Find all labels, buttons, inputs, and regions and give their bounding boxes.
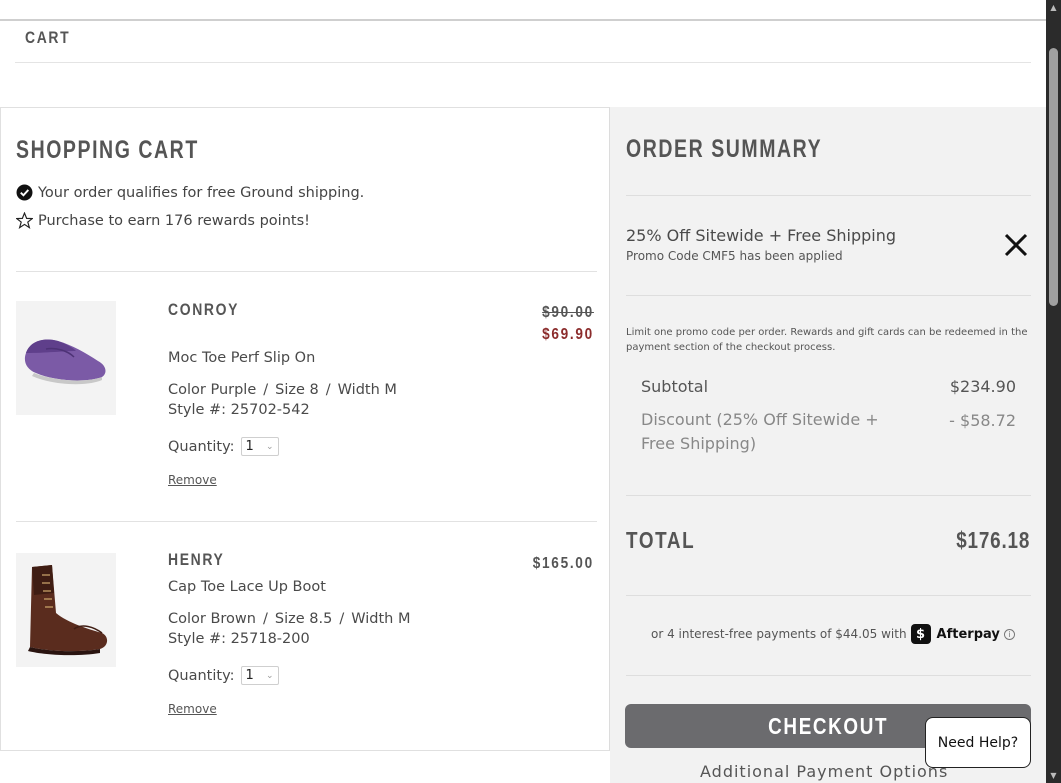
discount-value: - $58.72	[949, 411, 1016, 430]
close-icon[interactable]	[1003, 232, 1029, 258]
checkout-button-label: CHECKOUT	[767, 712, 889, 739]
summary-divider	[626, 675, 1031, 676]
promo-title: 25% Off Sitewide + Free Shipping	[626, 226, 897, 245]
quantity-label: Quantity:	[168, 667, 235, 684]
free-shipping-text: Your order qualifies for free Ground shi…	[38, 184, 365, 201]
afterpay-logo-icon: $	[910, 624, 931, 644]
product-image-henry[interactable]	[16, 553, 116, 667]
product-image-conroy[interactable]	[16, 301, 116, 415]
top-header-bar	[0, 0, 1046, 21]
summary-divider	[626, 295, 1031, 296]
rewards-notice: Purchase to earn 176 rewards points!	[16, 212, 310, 229]
check-circle-icon	[16, 184, 33, 201]
product-name[interactable]: CONROY	[168, 300, 239, 320]
free-shipping-notice: Your order qualifies for free Ground shi…	[16, 184, 364, 201]
quantity-label: Quantity:	[168, 438, 235, 455]
product-name[interactable]: HENRY	[168, 550, 224, 570]
scroll-down-arrow-icon[interactable]: ▼	[1046, 768, 1061, 783]
breadcrumb-divider	[15, 62, 1031, 63]
remove-item-link[interactable]: Remove	[168, 702, 217, 716]
info-icon[interactable]: i	[1003, 628, 1015, 640]
product-size: Size 8.5	[274, 611, 333, 627]
quantity-row: Quantity: 1 ⌄	[168, 437, 279, 456]
product-color: Color Purple	[168, 382, 257, 398]
afterpay-text: or 4 interest-free payments of $44.05 wi…	[651, 627, 907, 641]
chevron-down-icon: ⌄	[265, 670, 274, 681]
need-help-button[interactable]: Need Help?	[925, 717, 1031, 768]
chevron-down-icon: ⌄	[265, 441, 274, 452]
quantity-row: Quantity: 1 ⌄	[168, 666, 279, 685]
product-color: Color Brown	[168, 611, 256, 627]
summary-divider	[626, 195, 1031, 196]
quantity-value: 1	[245, 439, 254, 454]
summary-divider	[626, 595, 1031, 596]
total-label: TOTAL	[626, 527, 696, 553]
promo-note: Limit one promo code per order. Rewards …	[626, 327, 1028, 353]
product-size: Size 8	[275, 382, 319, 398]
afterpay-installments: or 4 interest-free payments of $44.05 wi…	[651, 624, 1015, 644]
sale-price: $69.90	[542, 326, 594, 343]
summary-divider	[626, 495, 1031, 496]
rewards-text: Purchase to earn 176 rewards points!	[38, 212, 310, 229]
order-summary-title: ORDER SUMMARY	[626, 135, 823, 163]
additional-payment-options[interactable]: Additional Payment Options	[700, 762, 948, 781]
product-width: Width M	[351, 611, 411, 627]
quantity-select[interactable]: 1 ⌄	[240, 437, 279, 456]
shopping-cart-title: SHOPPING CART	[16, 136, 199, 164]
product-description: Cap Toe Lace Up Boot	[168, 579, 326, 595]
subtotal-value: $234.90	[949, 377, 1016, 396]
item-divider	[16, 521, 597, 522]
quantity-select[interactable]: 1 ⌄	[240, 666, 279, 685]
total-value: $176.18	[956, 527, 1030, 553]
item-price: $165.00	[532, 555, 594, 572]
remove-item-link[interactable]: Remove	[168, 473, 217, 487]
afterpay-brand: Afterpay	[936, 626, 1000, 642]
discount-label: Discount (25% Off Sitewide + Free Shippi…	[641, 410, 879, 453]
product-style-number: Style #: 25702-542	[168, 402, 310, 418]
scroll-up-arrow-icon[interactable]: ▲	[1046, 0, 1061, 15]
breadcrumb: CART	[25, 28, 71, 47]
product-description: Moc Toe Perf Slip On	[168, 350, 316, 366]
product-attributes: Color Brown / Size 8.5/Width M	[168, 611, 411, 627]
purple-loafer-image	[24, 339, 106, 385]
subtotal-label: Subtotal	[641, 377, 709, 396]
scrollbar-thumb[interactable]	[1049, 48, 1058, 306]
brown-boot-image	[28, 565, 108, 656]
product-style-number: Style #: 25718-200	[168, 631, 310, 647]
star-outline-icon	[16, 212, 33, 229]
product-width: Width M	[337, 382, 397, 398]
promo-code-status: Promo Code CMF5 has been applied	[626, 249, 843, 263]
original-price: $90.00	[542, 304, 594, 321]
page-scrollbar[interactable]: ▲ ▼	[1046, 0, 1061, 783]
item-divider	[16, 271, 597, 272]
product-attributes: Color Purple / Size 8/Width M	[168, 382, 397, 398]
quantity-value: 1	[245, 668, 254, 683]
